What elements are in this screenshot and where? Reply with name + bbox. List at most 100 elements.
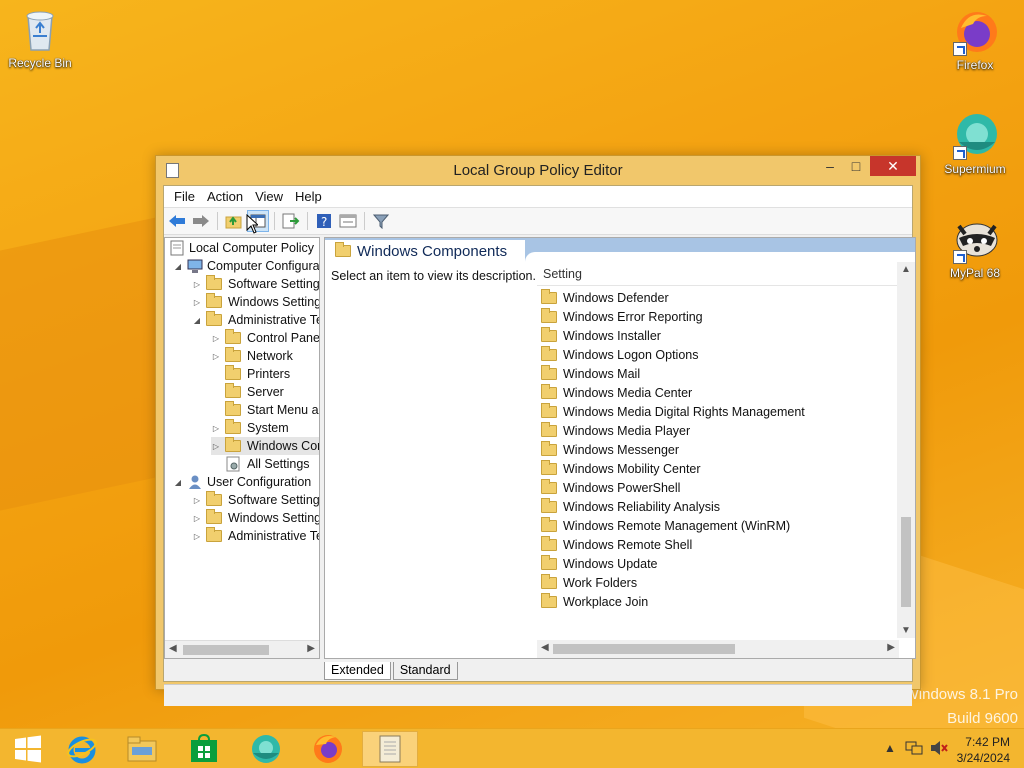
view-tabs: Extended Standard — [324, 662, 460, 680]
close-button[interactable]: ✕ — [870, 156, 916, 176]
tree-node-system[interactable]: ▷ System — [211, 419, 289, 437]
collapse-arrow-icon[interactable]: ◢ — [192, 316, 202, 325]
collapse-arrow-icon[interactable]: ◢ — [173, 262, 183, 271]
tree-node-server[interactable]: Server — [211, 383, 284, 401]
folder-icon — [335, 242, 351, 257]
supermium-icon[interactable] — [238, 731, 294, 767]
firefox-icon[interactable] — [300, 731, 356, 767]
expand-arrow-icon[interactable]: ▷ — [192, 280, 202, 289]
menu-file[interactable]: File — [168, 189, 201, 204]
system-clock[interactable]: 7:42 PM 3/24/2024 — [957, 734, 1010, 766]
scroll-right-icon[interactable]: ▶ — [307, 643, 315, 654]
details-vertical-scrollbar[interactable]: ▲ ▼ — [897, 262, 915, 638]
tree-node-user-software-settings[interactable]: ▷ Software Settings — [192, 491, 319, 509]
menu-action[interactable]: Action — [201, 189, 249, 204]
tree-node-windows-components[interactable]: ▷ Windows Cor — [211, 437, 319, 455]
tree-node-computer-configuration[interactable]: ◢ Computer Configura — [173, 257, 319, 275]
expand-arrow-icon[interactable]: ▷ — [192, 298, 202, 307]
tree-node-user-windows-settings[interactable]: ▷ Windows Setting — [192, 509, 320, 527]
up-folder-icon[interactable] — [223, 210, 245, 232]
list-item[interactable]: Windows Media Digital Rights Management — [541, 402, 805, 421]
details-horizontal-scrollbar[interactable]: ◀ ▶ — [537, 640, 899, 658]
expand-arrow-icon[interactable]: ▷ — [211, 442, 221, 451]
tree-node-all-settings[interactable]: All Settings — [211, 455, 310, 473]
tab-standard[interactable]: Standard — [392, 662, 458, 680]
list-item[interactable]: Windows Messenger — [541, 440, 679, 459]
desktop-icon-recycle-bin[interactable]: Recycle Bin — [0, 6, 80, 70]
mouse-cursor-icon — [246, 214, 258, 234]
tree-node-control-panel[interactable]: ▷ Control Panel — [211, 329, 319, 347]
tree-horizontal-scrollbar[interactable]: ◀ ▶ — [165, 640, 319, 658]
expand-arrow-icon[interactable]: ▷ — [211, 352, 221, 361]
export-list-icon[interactable] — [280, 210, 302, 232]
expand-arrow-icon[interactable]: ▷ — [211, 334, 221, 343]
scrollbar-thumb[interactable] — [901, 517, 911, 607]
file-explorer-icon[interactable] — [114, 731, 170, 767]
list-item[interactable]: Windows Error Reporting — [541, 307, 703, 326]
list-item[interactable]: Windows Media Center — [541, 383, 692, 402]
column-header-setting[interactable]: Setting — [543, 267, 582, 281]
folder-icon — [206, 491, 222, 506]
expand-arrow-icon[interactable]: ▷ — [192, 496, 202, 505]
list-item[interactable]: Work Folders — [541, 573, 637, 592]
scroll-left-icon[interactable]: ◀ — [169, 643, 177, 654]
expand-arrow-icon[interactable]: ▷ — [211, 424, 221, 433]
scroll-right-icon[interactable]: ▶ — [887, 642, 895, 653]
list-item[interactable]: Windows Reliability Analysis — [541, 497, 720, 516]
tree-node-user-configuration[interactable]: ◢ User Configuration — [173, 473, 311, 491]
list-item[interactable]: Windows Installer — [541, 326, 661, 345]
menu-view[interactable]: View — [249, 189, 289, 204]
internet-explorer-icon[interactable] — [54, 731, 110, 767]
properties-icon[interactable] — [337, 210, 359, 232]
tree-node-software-settings[interactable]: ▷ Software Settings — [192, 275, 319, 293]
scroll-down-icon[interactable]: ▼ — [901, 625, 911, 636]
store-icon[interactable] — [176, 731, 232, 767]
menu-help[interactable]: Help — [289, 189, 328, 204]
list-item[interactable]: Workplace Join — [541, 592, 648, 611]
back-icon[interactable] — [166, 210, 188, 232]
desktop-icon-supermium[interactable]: Supermium — [935, 112, 1015, 176]
volume-muted-icon[interactable] — [930, 740, 948, 756]
tree-label: Windows Setting — [228, 511, 320, 525]
folder-icon — [541, 478, 557, 494]
desktop-icon-mypal[interactable]: MyPal 68 — [935, 216, 1015, 280]
title-bar[interactable]: Local Group Policy Editor – □ ✕ — [156, 156, 920, 184]
minimize-button[interactable]: – — [816, 156, 844, 176]
list-item[interactable]: Windows Logon Options — [541, 345, 699, 364]
filter-icon[interactable] — [370, 210, 392, 232]
list-item[interactable]: Windows Remote Management (WinRM) — [541, 516, 790, 535]
scroll-up-icon[interactable]: ▲ — [901, 264, 911, 275]
forward-icon[interactable] — [190, 210, 212, 232]
scrollbar-thumb[interactable] — [183, 645, 269, 655]
tab-extended[interactable]: Extended — [324, 662, 391, 680]
tree-node-windows-settings[interactable]: ▷ Windows Setting — [192, 293, 319, 311]
list-item[interactable]: Windows Update — [541, 554, 658, 573]
list-item[interactable]: Windows PowerShell — [541, 478, 680, 497]
help-icon[interactable]: ? — [313, 210, 335, 232]
tree-node-printers[interactable]: Printers — [211, 365, 290, 383]
start-button[interactable] — [0, 731, 56, 767]
group-policy-editor-window: Local Group Policy Editor – □ ✕ File Act… — [155, 155, 921, 706]
tree-node-administrative-templates[interactable]: ◢ Administrative Te — [192, 311, 319, 329]
tree-label: User Configuration — [207, 475, 312, 489]
maximize-button[interactable]: □ — [842, 156, 870, 176]
group-policy-icon[interactable] — [362, 731, 418, 767]
list-item[interactable]: Windows Mail — [541, 364, 640, 383]
expand-arrow-icon[interactable]: ▷ — [192, 514, 202, 523]
scrollbar-thumb[interactable] — [553, 644, 735, 654]
tree-node-network[interactable]: ▷ Network — [211, 347, 293, 365]
tree-node-user-administrative-templates[interactable]: ▷ Administrative Te — [192, 527, 319, 545]
list-item[interactable]: Windows Media Player — [541, 421, 690, 440]
show-hidden-icons-icon[interactable]: ▲ — [884, 741, 896, 755]
network-icon[interactable] — [905, 740, 923, 756]
desktop-icon-firefox[interactable]: Firefox — [935, 8, 1015, 72]
collapse-arrow-icon[interactable]: ◢ — [173, 478, 183, 487]
list-item[interactable]: Windows Mobility Center — [541, 459, 701, 478]
folder-icon — [541, 535, 557, 551]
scroll-left-icon[interactable]: ◀ — [541, 642, 549, 653]
list-item[interactable]: Windows Defender — [541, 288, 669, 307]
list-item[interactable]: Windows Remote Shell — [541, 535, 692, 554]
tree-node-start-menu[interactable]: Start Menu ar — [211, 401, 319, 419]
expand-arrow-icon[interactable]: ▷ — [192, 532, 202, 541]
tree-node-local-computer-policy[interactable]: Local Computer Policy — [169, 239, 314, 257]
